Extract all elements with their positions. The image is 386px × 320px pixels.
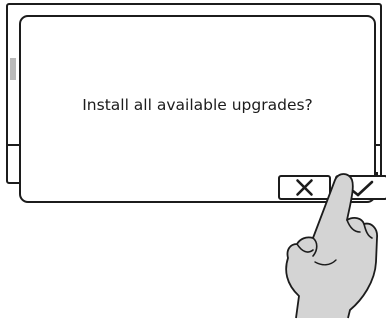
pointing-hand-icon: [285, 173, 378, 319]
